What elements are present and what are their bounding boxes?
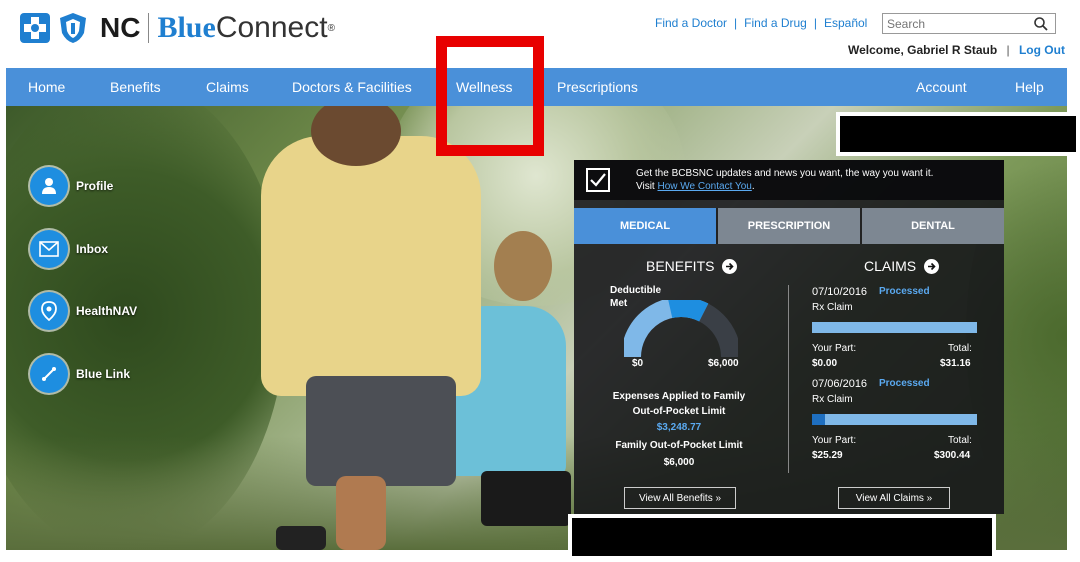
- runner-blue-shorts: [481, 471, 571, 526]
- espanol-link[interactable]: Español: [824, 16, 867, 30]
- blue-shield-icon: [60, 13, 86, 43]
- search-input[interactable]: [883, 16, 1031, 31]
- sidebar-label: Blue Link: [76, 367, 131, 381]
- nav-help[interactable]: Help: [1015, 79, 1044, 95]
- logo-nc-text: NC: [100, 12, 141, 43]
- nav-account[interactable]: Account: [916, 79, 967, 95]
- blue-cross-icon: [20, 13, 50, 43]
- claim-progress-fill: [812, 414, 826, 425]
- benefits-heading[interactable]: BENEFITS: [646, 258, 738, 274]
- nav-doctors-facilities[interactable]: Doctors & Facilities: [292, 79, 412, 95]
- runner-blue-head: [494, 231, 552, 301]
- arrow-right-icon: [722, 258, 738, 274]
- logo-divider: [148, 13, 150, 43]
- sidebar-label: HealthNAV: [76, 304, 138, 318]
- expenses-label: Expenses Applied to Family Out-of-Pocket…: [612, 391, 746, 417]
- your-part-label: Your Part:: [812, 343, 857, 354]
- sidebar-label: Inbox: [76, 242, 108, 256]
- runner-shoe: [276, 526, 326, 550]
- account-summary-panel: Get the BCBSNC updates and news you want…: [574, 160, 1004, 514]
- tab-dental[interactable]: DENTAL: [862, 208, 1004, 244]
- welcome-bar: Welcome, Gabriel R Staub | Log Out: [848, 43, 1065, 57]
- checkbox-icon: [586, 168, 610, 192]
- tab-prescription[interactable]: PRESCRIPTION: [718, 208, 862, 244]
- claim-progress-bar: [812, 414, 977, 425]
- claim-progress-bar: [812, 322, 977, 333]
- search-container: [882, 13, 1056, 34]
- total-value: $31.16: [940, 358, 971, 369]
- total-label: Total:: [948, 435, 972, 446]
- banner-text: Get the BCBSNC updates and news you want…: [636, 167, 933, 193]
- logout-link[interactable]: Log Out: [1019, 43, 1065, 57]
- claim-status: Processed: [879, 378, 930, 389]
- claim-type: Rx Claim: [812, 394, 853, 405]
- link-separator: |: [813, 16, 817, 30]
- gauge-max-label: $6,000: [708, 358, 739, 369]
- claim-date[interactable]: 07/10/2016: [812, 286, 867, 298]
- contact-banner: Get the BCBSNC updates and news you want…: [574, 160, 1004, 200]
- how-we-contact-you-link[interactable]: How We Contact You: [658, 181, 752, 192]
- runner-yellow-leg: [336, 476, 386, 550]
- envelope-icon: [30, 230, 68, 268]
- bcbsnc-logo[interactable]: NC Blue Connect ®: [18, 8, 335, 48]
- total-label: Total:: [948, 343, 972, 354]
- claim-status: Processed: [879, 286, 930, 297]
- logo-blue-text: Blue: [157, 11, 216, 44]
- limit-label: Family Out-of-Pocket Limit: [615, 440, 743, 451]
- search-icon[interactable]: [1033, 16, 1049, 32]
- claims-title: CLAIMS: [864, 258, 917, 274]
- logo-connect-text: Connect: [215, 11, 328, 44]
- sidebar-label: Profile: [76, 179, 114, 193]
- coverage-tabs: MEDICAL PRESCRIPTION DENTAL: [574, 208, 1004, 244]
- panel-divider: [788, 285, 789, 473]
- nav-prescriptions[interactable]: Prescriptions: [557, 79, 638, 95]
- arrow-right-icon: [924, 258, 940, 274]
- runner-yellow-shirt: [261, 136, 481, 396]
- location-pin-icon: [30, 292, 68, 330]
- benefits-title: BENEFITS: [646, 258, 715, 274]
- redacted-area-bottom: [568, 514, 996, 560]
- sidebar-item-healthnav[interactable]: HealthNAV: [30, 292, 137, 330]
- logo-trademark: ®: [327, 22, 335, 34]
- link-separator: |: [734, 16, 738, 30]
- profile-icon: [30, 167, 68, 205]
- banner-line2: Visit How We Contact You.: [636, 180, 933, 193]
- highlight-annotation: [436, 36, 544, 156]
- welcome-separator: |: [1006, 43, 1010, 57]
- runner-yellow-shorts: [306, 376, 456, 486]
- nav-benefits[interactable]: Benefits: [110, 79, 161, 95]
- nav-claims[interactable]: Claims: [206, 79, 249, 95]
- sidebar-item-profile[interactable]: Profile: [30, 167, 113, 205]
- limit-value: $6,000: [663, 457, 695, 468]
- claims-heading[interactable]: CLAIMS: [864, 258, 940, 274]
- your-part-value: $25.29: [812, 450, 843, 461]
- find-doctor-link[interactable]: Find a Doctor: [655, 16, 727, 30]
- sidebar-item-blue-link[interactable]: Blue Link: [30, 355, 130, 393]
- utility-links: Find a Doctor | Find a Drug | Español: [655, 16, 867, 30]
- tab-medical[interactable]: MEDICAL: [574, 208, 718, 244]
- banner-visit: Visit: [636, 181, 658, 192]
- nav-home[interactable]: Home: [28, 79, 65, 95]
- redacted-area-top: [836, 112, 1080, 156]
- link-icon: [30, 355, 68, 393]
- find-drug-link[interactable]: Find a Drug: [744, 16, 807, 30]
- welcome-text: Welcome, Gabriel R Staub: [848, 43, 998, 57]
- banner-end: .: [751, 181, 755, 192]
- your-part-label: Your Part:: [812, 435, 857, 446]
- gauge-min-label: $0: [632, 358, 644, 369]
- view-all-claims-button[interactable]: View All Claims »: [838, 487, 950, 509]
- banner-line1: Get the BCBSNC updates and news you want…: [636, 168, 934, 179]
- sidebar-item-inbox[interactable]: Inbox: [30, 230, 108, 268]
- view-all-benefits-button[interactable]: View All Benefits »: [624, 487, 736, 509]
- total-value: $300.44: [934, 450, 971, 461]
- your-part-value: $0.00: [812, 358, 838, 369]
- deductible-gauge: [624, 300, 738, 358]
- claim-type: Rx Claim: [812, 302, 853, 313]
- claim-date[interactable]: 07/06/2016: [812, 378, 867, 390]
- expenses-value: $3,248.77: [656, 422, 702, 433]
